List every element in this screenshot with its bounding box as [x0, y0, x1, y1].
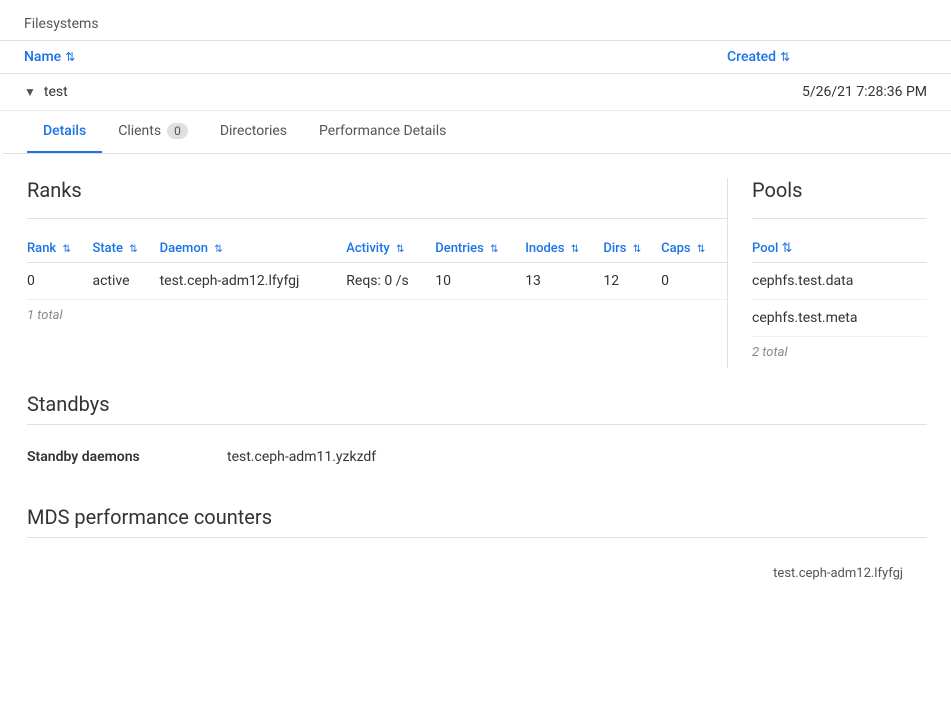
daemon-sort-icon: ⇅ — [214, 244, 222, 255]
standbys-section: Standbys Standby daemons test.ceph-adm11… — [3, 368, 951, 481]
pool-col-label: Pool — [752, 241, 778, 256]
breadcrumb: Filesystems — [0, 0, 951, 40]
standbys-label: Standby daemons — [27, 449, 227, 465]
mds-daemon-label: test.ceph-adm12.lfyfgj — [27, 558, 927, 589]
daemon-col-header[interactable]: Daemon ⇅ — [160, 235, 347, 263]
rank-col-label: Rank — [27, 241, 56, 256]
pool-cell-1: cephfs.test.meta — [752, 300, 927, 337]
name-sort-icon: ⇅ — [65, 50, 75, 64]
inodes-cell: 13 — [525, 263, 603, 300]
activity-cell: Reqs: 0 /s — [346, 263, 435, 300]
inodes-col-label: Inodes — [525, 241, 564, 256]
dentries-col-label: Dentries — [435, 241, 484, 256]
caps-col-header[interactable]: Caps ⇅ — [661, 235, 727, 263]
activity-col-header[interactable]: Activity ⇅ — [346, 235, 435, 263]
ranks-pools-layout: Ranks Rank ⇅ State ⇅ — [27, 178, 927, 368]
tab-performance-details-label: Performance Details — [319, 123, 446, 139]
inodes-col-header[interactable]: Inodes ⇅ — [525, 235, 603, 263]
standbys-value: test.ceph-adm11.yzkzdf — [227, 449, 376, 465]
tab-performance-details[interactable]: Performance Details — [303, 111, 462, 153]
name-column-label: Name — [24, 49, 61, 65]
mds-title: MDS performance counters — [27, 505, 927, 529]
dirs-col-header[interactable]: Dirs ⇅ — [603, 235, 661, 263]
rank-cell: 0 — [27, 263, 92, 300]
standbys-title: Standbys — [27, 392, 927, 416]
dentries-cell: 10 — [435, 263, 525, 300]
pool-col-header[interactable]: Pool ⇅ — [752, 235, 927, 263]
ranks-pools-section: Ranks Rank ⇅ State ⇅ — [3, 154, 951, 368]
name-column-header[interactable]: Name ⇅ — [24, 49, 727, 65]
filesystems-table-header: Name ⇅ Created ⇅ — [0, 40, 951, 74]
ranks-table: Rank ⇅ State ⇅ Daemon ⇅ — [27, 235, 727, 300]
created-column-header[interactable]: Created ⇅ — [727, 49, 927, 65]
ranks-total: 1 total — [27, 300, 727, 331]
daemon-cell: test.ceph-adm12.lfyfgj — [160, 263, 347, 300]
dirs-cell: 12 — [603, 263, 661, 300]
pools-table-header-row: Pool ⇅ — [752, 235, 927, 263]
mds-divider — [27, 537, 927, 538]
table-row: cephfs.test.data — [752, 263, 927, 300]
daemon-col-label: Daemon — [160, 241, 208, 256]
standbys-row: Standby daemons test.ceph-adm11.yzkzdf — [27, 445, 927, 481]
filesystem-row[interactable]: ▼ test 5/26/21 7:28:36 PM — [0, 74, 951, 111]
table-row: 0 active test.ceph-adm12.lfyfgj Reqs: 0 … — [27, 263, 727, 300]
caps-col-label: Caps — [661, 241, 691, 256]
activity-col-label: Activity — [346, 241, 390, 256]
mds-section: MDS performance counters test.ceph-adm12… — [3, 481, 951, 589]
tabs-bar: Details Clients 0 Directories Performanc… — [3, 111, 951, 154]
row-chevron-icon: ▼ — [24, 85, 36, 99]
ranks-table-header-row: Rank ⇅ State ⇅ Daemon ⇅ — [27, 235, 727, 263]
inodes-sort-icon: ⇅ — [571, 244, 579, 255]
state-cell: active — [92, 263, 159, 300]
state-col-header[interactable]: State ⇅ — [92, 235, 159, 263]
tab-clients[interactable]: Clients 0 — [102, 111, 204, 153]
dentries-col-header[interactable]: Dentries ⇅ — [435, 235, 525, 263]
ranks-divider — [27, 218, 727, 219]
tab-details[interactable]: Details — [27, 111, 102, 153]
dirs-sort-icon: ⇅ — [633, 244, 641, 255]
pool-cell-0: cephfs.test.data — [752, 263, 927, 300]
pools-table: Pool ⇅ cephfs.test.data cephfs.test.meta — [752, 235, 927, 337]
detail-panel: Details Clients 0 Directories Performanc… — [0, 111, 951, 589]
caps-cell: 0 — [661, 263, 727, 300]
table-row: cephfs.test.meta — [752, 300, 927, 337]
rank-sort-icon: ⇅ — [62, 244, 70, 255]
tab-clients-label: Clients — [118, 123, 161, 139]
filesystem-created: 5/26/21 7:28:36 PM — [727, 84, 927, 100]
state-sort-icon: ⇅ — [129, 244, 137, 255]
created-sort-icon: ⇅ — [780, 50, 790, 64]
tab-directories-label: Directories — [220, 123, 287, 139]
breadcrumb-text: Filesystems — [24, 16, 99, 32]
pool-sort-icon: ⇅ — [782, 241, 793, 256]
standbys-divider — [27, 424, 927, 425]
pools-total: 2 total — [752, 337, 927, 368]
pools-title: Pools — [752, 178, 927, 202]
tab-directories[interactable]: Directories — [204, 111, 303, 153]
tab-details-label: Details — [43, 123, 86, 139]
activity-sort-icon: ⇅ — [396, 244, 404, 255]
ranks-section: Ranks Rank ⇅ State ⇅ — [27, 178, 727, 368]
created-column-label: Created — [727, 49, 776, 65]
dirs-col-label: Dirs — [603, 241, 626, 256]
caps-sort-icon: ⇅ — [697, 244, 705, 255]
tab-clients-badge: 0 — [167, 123, 188, 139]
pools-section: Pools Pool ⇅ cephfs.test.data — [727, 178, 927, 368]
rank-col-header[interactable]: Rank ⇅ — [27, 235, 92, 263]
ranks-title: Ranks — [27, 178, 727, 202]
dentries-sort-icon: ⇅ — [490, 244, 498, 255]
filesystem-name: test — [44, 84, 727, 100]
pools-divider — [752, 218, 927, 219]
state-col-label: State — [92, 241, 123, 256]
